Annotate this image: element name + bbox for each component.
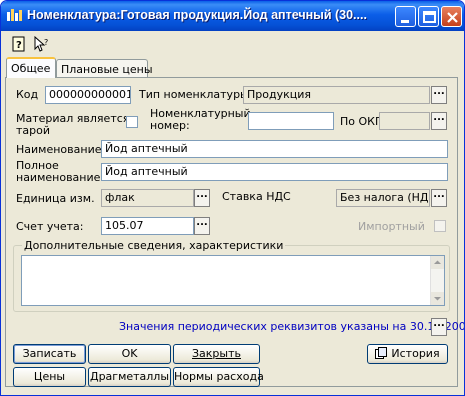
minimize-icon xyxy=(401,20,409,23)
account-label: Счет учета: xyxy=(16,220,84,233)
toolbar: ? ? xyxy=(5,34,464,54)
nomnum-label-line2: номер: xyxy=(150,119,190,132)
prices-button-label: Цены xyxy=(33,370,66,383)
account-select-button[interactable]: ... xyxy=(194,217,210,235)
close-button[interactable]: Закрыть xyxy=(173,344,260,364)
history-button[interactable]: История xyxy=(367,344,448,364)
ok-button[interactable]: OK xyxy=(88,344,171,364)
tab-strip: Общее Плановые цены xyxy=(1,57,464,79)
okp-label: По ОКП xyxy=(340,115,384,128)
help-book-icon[interactable]: ? xyxy=(11,36,27,52)
code-label: Код xyxy=(16,88,39,101)
close-window-button[interactable] xyxy=(441,6,462,27)
okp-field[interactable] xyxy=(379,112,430,130)
maximize-icon xyxy=(423,11,436,23)
save-button-label: Записать xyxy=(22,347,77,360)
extra-info-textarea[interactable] xyxy=(21,255,445,306)
fullname-label-line2: наименование xyxy=(16,171,101,184)
code-field[interactable]: 000000000001 xyxy=(45,86,131,104)
tab-planned-prices[interactable]: Плановые цены xyxy=(56,59,153,78)
prices-button[interactable]: Цены xyxy=(13,367,86,387)
vat-select-button[interactable]: ... xyxy=(431,189,447,207)
is-packaging-checkbox[interactable] xyxy=(126,116,138,128)
title-bar[interactable]: Номенклатура:Готовая продукция.Йод аптеч… xyxy=(1,1,464,31)
unit-select-button[interactable]: ... xyxy=(194,189,210,207)
tab-panel-general: Код 000000000001 Тип номенклатуры: Проду… xyxy=(5,77,464,387)
name-label: Наименование xyxy=(16,143,102,156)
precious-metals-button-label: Драгметаллы xyxy=(89,370,170,383)
history-button-label: История xyxy=(391,347,440,360)
type-field[interactable]: Продукция xyxy=(243,86,430,104)
fullname-field[interactable]: Йод аптечный xyxy=(101,163,448,181)
consumption-norms-button[interactable]: Нормы расхода xyxy=(173,367,264,387)
scroll-down-icon[interactable] xyxy=(431,292,444,305)
name-field[interactable]: Йод аптечный xyxy=(101,140,448,158)
window: Номенклатура:Готовая продукция.Йод аптеч… xyxy=(0,0,465,396)
minimize-button[interactable] xyxy=(395,6,416,27)
vat-field[interactable]: Без налога (НДС xyxy=(336,189,430,207)
svg-text:?: ? xyxy=(44,38,48,47)
material-label-line2: тарой xyxy=(16,124,51,137)
save-button[interactable]: Записать xyxy=(13,344,86,364)
maximize-button[interactable] xyxy=(418,6,439,27)
tab-planned-prices-label: Плановые цены xyxy=(61,63,153,76)
extra-info-group: Дополнительные сведения, характеристики xyxy=(13,239,450,312)
import-label: Импортный xyxy=(358,220,425,233)
tab-general-label: Общее xyxy=(11,62,51,75)
unit-field[interactable]: флак xyxy=(101,189,194,207)
history-icon xyxy=(375,347,388,359)
close-icon xyxy=(447,12,458,23)
consumption-norms-button-label: Нормы расхода xyxy=(174,370,264,383)
tab-general[interactable]: Общее xyxy=(6,57,56,78)
type-select-button[interactable]: ... xyxy=(431,86,447,104)
ok-button-label: OK xyxy=(121,347,138,360)
window-title: Номенклатура:Готовая продукция.Йод аптеч… xyxy=(27,8,367,22)
extra-info-scrollbar[interactable] xyxy=(430,256,444,305)
vat-label: Ставка НДС xyxy=(222,190,291,203)
account-field[interactable]: 105.07 xyxy=(101,217,194,235)
nomnum-field[interactable] xyxy=(248,112,334,130)
precious-metals-button[interactable]: Драгметаллы xyxy=(88,367,171,387)
close-button-label: Закрыть xyxy=(192,347,241,360)
periodic-select-button[interactable]: ... xyxy=(431,318,447,336)
svg-text:?: ? xyxy=(16,40,22,51)
app-icon xyxy=(7,9,23,23)
type-label: Тип номенклатуры: xyxy=(139,88,253,101)
okp-select-button[interactable]: ... xyxy=(431,112,447,130)
import-checkbox[interactable] xyxy=(434,220,446,232)
unit-label: Единица изм. xyxy=(16,192,95,205)
extra-info-legend: Дополнительные сведения, характеристики xyxy=(22,239,286,252)
scroll-up-icon[interactable] xyxy=(431,256,444,269)
whats-this-icon[interactable]: ? xyxy=(33,35,49,52)
periodic-note: Значения периодических реквизитов указан… xyxy=(119,320,465,333)
